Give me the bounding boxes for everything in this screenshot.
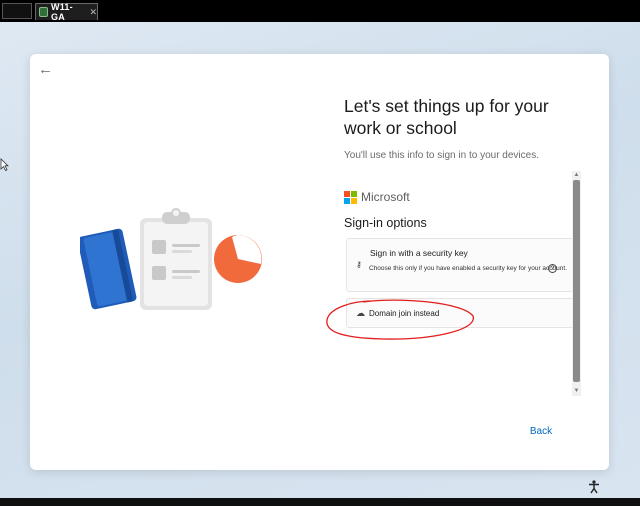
scrollbar-thumb[interactable] xyxy=(573,180,580,382)
close-icon[interactable]: ✕ xyxy=(89,7,97,18)
domain-join-label: Domain join instead xyxy=(369,309,440,318)
scroll-down-icon[interactable]: ▼ xyxy=(572,387,581,396)
clipboard-icon xyxy=(140,208,212,310)
microsoft-logo-icon xyxy=(344,190,357,204)
sign-in-panel: Microsoft Sign-in options Sign in with a… xyxy=(344,180,572,393)
back-arrow-icon[interactable]: ← xyxy=(38,61,56,79)
vm-tab-bar: W11-GA ✕ xyxy=(0,0,640,22)
help-icon[interactable]: ? xyxy=(548,264,557,273)
vm-tab-w11-ga[interactable]: W11-GA ✕ xyxy=(35,2,98,22)
vm-tab-title: W11-GA xyxy=(51,2,73,22)
accessibility-icon[interactable] xyxy=(588,480,600,497)
vm-icon xyxy=(39,7,49,17)
pie-chart-icon xyxy=(214,235,262,283)
scroll-up-icon[interactable]: ▲ xyxy=(572,171,581,180)
domain-join-option[interactable]: ☁ Domain join instead xyxy=(346,298,572,328)
security-key-option[interactable]: Sign in with a security key ⚷ Choose thi… xyxy=(346,238,572,292)
work-school-illustration xyxy=(80,208,262,310)
microsoft-brand: Microsoft xyxy=(344,190,410,204)
sign-in-options-title: Sign-in options xyxy=(344,216,427,230)
setup-card: ← Let's set things up for your work or s… xyxy=(30,54,609,470)
security-key-option-description: Choose this only if you have enabled a s… xyxy=(369,265,567,272)
back-button[interactable]: Back xyxy=(524,424,558,440)
vm-tab-blank[interactable] xyxy=(2,3,32,19)
page-title: Let's set things up for your work or sch… xyxy=(344,96,549,138)
vm-bottom-bar xyxy=(0,498,640,506)
security-key-option-title: Sign in with a security key xyxy=(370,248,468,258)
notebook-icon xyxy=(80,228,137,310)
page-subtitle: You'll use this info to sign in to your … xyxy=(344,150,539,161)
key-icon: ⚷ xyxy=(356,260,362,269)
options-scrollbar[interactable]: ▲ ▼ xyxy=(572,171,581,396)
microsoft-wordmark: Microsoft xyxy=(361,190,410,204)
mouse-cursor-icon xyxy=(0,158,9,174)
domain-join-icon: ☁ xyxy=(356,308,365,318)
